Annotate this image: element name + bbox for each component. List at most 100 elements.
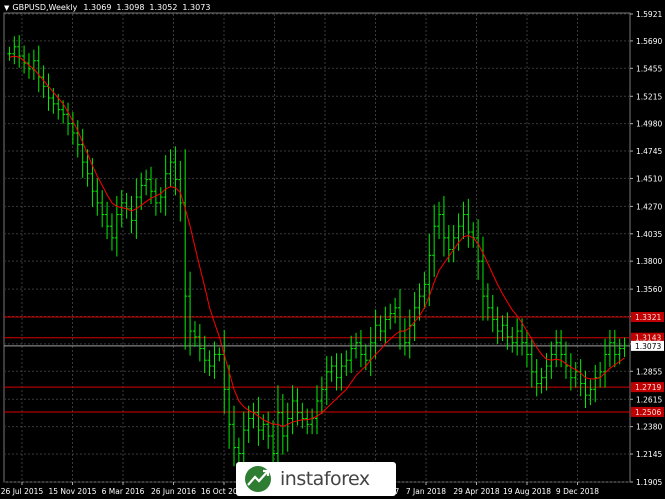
price-bar bbox=[80, 128, 85, 178]
price-bar bbox=[285, 402, 290, 452]
price-bars bbox=[7, 35, 627, 481]
price-bar bbox=[451, 225, 456, 263]
price-bar bbox=[622, 337, 627, 357]
price-bar bbox=[202, 335, 207, 374]
price-bar bbox=[402, 318, 407, 356]
price-bar bbox=[593, 364, 598, 403]
price-bar bbox=[280, 394, 285, 455]
price-bar bbox=[432, 204, 437, 277]
price-bar bbox=[378, 315, 383, 341]
price-bar bbox=[510, 327, 515, 353]
price-bar bbox=[568, 353, 573, 391]
y-tick-label: 1.5215 bbox=[636, 92, 662, 101]
price-bar bbox=[563, 341, 568, 379]
price-bar bbox=[358, 329, 363, 368]
price-bar bbox=[588, 379, 593, 406]
symbol-timeframe: GBPUSD,Weekly bbox=[12, 3, 78, 12]
y-tick-label: 1.5921 bbox=[636, 10, 662, 19]
price-bar bbox=[441, 195, 446, 257]
price-bar bbox=[393, 297, 398, 324]
x-tick-label: 7 Jan 2018 bbox=[406, 487, 446, 496]
y-tick-label: 1.3560 bbox=[636, 285, 662, 294]
price-bar bbox=[75, 120, 80, 158]
price-bar bbox=[495, 306, 500, 344]
price-bar bbox=[251, 402, 256, 429]
high-value: 1.3098 bbox=[116, 3, 145, 12]
price-bar bbox=[217, 347, 222, 362]
y-tick-label: 1.2855 bbox=[636, 367, 662, 376]
y-tick-label: 1.2615 bbox=[636, 395, 662, 404]
price-bar bbox=[100, 190, 105, 228]
level-label: 1.2719 bbox=[635, 383, 661, 392]
low-value: 1.3052 bbox=[149, 3, 178, 12]
y-tick-label: 1.5690 bbox=[636, 37, 662, 46]
y-tick-label: 1.3800 bbox=[636, 257, 662, 266]
price-bar bbox=[158, 187, 163, 213]
y-tick-label: 1.2380 bbox=[636, 423, 662, 432]
level-label: 1.3321 bbox=[635, 313, 661, 322]
y-tick-label: 1.4510 bbox=[636, 174, 662, 183]
open-value: 1.3069 bbox=[83, 3, 112, 12]
price-bar bbox=[578, 359, 583, 397]
price-bar bbox=[515, 318, 520, 356]
price-bar bbox=[344, 350, 349, 376]
watermark-banner: instaforex bbox=[236, 462, 396, 496]
price-bar bbox=[236, 437, 241, 464]
price-bar bbox=[598, 361, 603, 388]
price-bar bbox=[31, 49, 36, 80]
price-bar bbox=[7, 46, 12, 61]
x-tick-label: 29 Apr 2018 bbox=[453, 487, 500, 496]
y-tick-label: 1.4035 bbox=[636, 230, 662, 239]
instaforex-logo-icon bbox=[245, 466, 271, 492]
watermark-text: instaforex bbox=[280, 468, 370, 490]
y-tick-label: 1.4980 bbox=[636, 120, 662, 129]
chart-axes: 1.5921 1.5690 1.5455 1.5215 1.4980 1.4745 1.45… bbox=[1, 10, 664, 496]
price-bar bbox=[197, 324, 202, 362]
y-tick-label: 1.5455 bbox=[636, 64, 662, 73]
x-tick-label: 9 Dec 2018 bbox=[556, 487, 599, 496]
y-tick-label: 1.2145 bbox=[636, 450, 662, 459]
price-bar bbox=[66, 102, 71, 136]
price-bar bbox=[471, 222, 476, 248]
y-tick-label: 1.4270 bbox=[636, 202, 662, 211]
price-bar bbox=[70, 112, 75, 145]
price-bar bbox=[46, 73, 51, 111]
price-chart[interactable]: 1.5921 1.5690 1.5455 1.5215 1.4980 1.4745 1.45… bbox=[0, 0, 665, 499]
price-bar bbox=[295, 388, 300, 426]
close-value: 1.3073 bbox=[182, 3, 211, 12]
price-bar bbox=[207, 350, 212, 376]
price-bar bbox=[534, 359, 539, 397]
chart-header: ▼ GBPUSD,Weekly 1.3069 1.3098 1.3052 1.3073 bbox=[4, 3, 215, 12]
price-bar bbox=[212, 341, 217, 379]
price-bar bbox=[36, 45, 41, 93]
price-bar bbox=[266, 411, 271, 449]
price-bar bbox=[192, 321, 197, 347]
price-bar bbox=[490, 294, 495, 333]
price-bar bbox=[144, 169, 149, 196]
price-bar bbox=[232, 405, 237, 467]
x-tick-label: 26 Jul 2015 bbox=[1, 487, 44, 496]
price-bar bbox=[319, 376, 324, 414]
price-bar bbox=[339, 353, 344, 391]
level-label: 1.2506 bbox=[635, 408, 661, 417]
price-bar bbox=[554, 329, 559, 368]
price-bar bbox=[315, 385, 319, 435]
triangle-down-icon[interactable]: ▼ bbox=[4, 4, 9, 12]
y-tick-label: 1.4745 bbox=[636, 147, 662, 156]
price-bar bbox=[349, 335, 354, 374]
price-bar bbox=[368, 327, 373, 376]
price-bar bbox=[183, 149, 188, 350]
x-tick-label: 26 Jun 2016 bbox=[151, 487, 196, 496]
price-bar bbox=[256, 396, 261, 446]
price-bar bbox=[109, 213, 114, 251]
price-bar bbox=[397, 289, 402, 350]
price-bar bbox=[524, 329, 529, 368]
price-bar bbox=[124, 192, 129, 219]
price-bar bbox=[612, 329, 617, 368]
price-bar bbox=[17, 35, 22, 68]
price-bar bbox=[129, 195, 134, 234]
price-bar bbox=[383, 306, 388, 344]
price-bar bbox=[95, 178, 100, 216]
price-bar bbox=[168, 149, 173, 187]
current-price-label: 1.3073 bbox=[635, 342, 661, 351]
